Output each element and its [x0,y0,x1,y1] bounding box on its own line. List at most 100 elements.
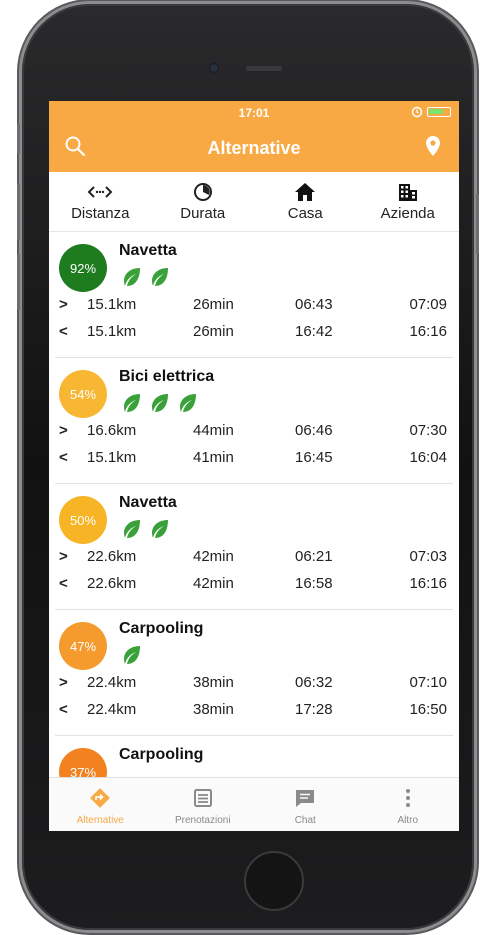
directions-icon [89,786,111,810]
alarm-icon [411,106,423,118]
map-pin-icon[interactable] [421,134,445,158]
trip-departure: 16:42 [295,323,333,340]
filter-label: Distanza [71,205,130,222]
battery-icon [427,107,451,117]
volume-up-button [17,184,20,240]
transport-mode-title: Carpooling [119,746,204,763]
trip-distance: 22.6km [87,575,137,592]
trip-departure: 16:45 [295,449,333,466]
outbound-arrow: > [59,296,68,313]
trip-duration: 42min [193,548,234,565]
filter-distanza[interactable]: Distanza [50,181,150,222]
trip-departure: 06:46 [295,422,333,439]
transport-mode-title: Carpooling [119,620,204,637]
eco-rating [121,518,171,540]
leaf-icon [152,394,168,412]
building-icon [397,181,419,203]
trip-duration: 26min [193,296,234,313]
trip-duration: 38min [193,701,234,718]
trip-duration: 44min [193,422,234,439]
trip-distance: 15.1km [87,296,137,313]
outbound-trip-row: > 15.1km 26min 06:43 07:09 [55,294,453,316]
outbound-arrow: > [59,422,68,439]
outbound-arrow: > [59,548,68,565]
return-arrow: < [59,701,68,718]
trip-duration: 38min [193,674,234,691]
trip-departure: 06:32 [295,674,333,691]
return-trip-row: < 15.1km 41min 16:45 16:04 [55,447,453,469]
alternative-card[interactable]: 54% Bici elettrica > 16.6km 44min 06:46 … [55,358,453,484]
page-title: Alternative [207,138,301,158]
tab-label: Chat [294,815,316,826]
trip-arrival: 16:50 [409,701,447,718]
score-badge: 92% [59,244,107,292]
trip-arrival: 07:10 [409,674,447,691]
trip-arrival: 07:09 [409,296,447,313]
filter-casa[interactable]: Casa [255,181,355,222]
trip-departure: 06:43 [295,296,333,313]
trip-arrival: 16:04 [409,449,447,466]
outbound-trip-row: > 22.6km 42min 06:21 07:03 [55,546,453,568]
transport-mode-title: Navetta [119,494,177,511]
filter-azienda[interactable]: Azienda [358,181,458,222]
trip-duration: 26min [193,323,234,340]
trip-distance: 15.1km [87,323,137,340]
tab-altro[interactable]: Altro [357,778,460,831]
score-badge: 54% [59,370,107,418]
alternative-card[interactable]: 50% Navetta > 22.6km 42min 06:21 07:03 <… [55,484,453,610]
alternative-card[interactable]: 37% Carpooling [55,736,453,777]
status-time: 17:01 [238,106,270,120]
trip-distance: 22.6km [87,548,137,565]
transport-mode-title: Bici elettrica [119,368,215,385]
outbound-trip-row: > 16.6km 44min 06:46 07:30 [55,420,453,442]
leaf-icon [124,268,140,286]
app-screen: 17:01 Alternative Distanza Durata Casa A… [49,101,459,831]
return-trip-row: < 15.1km 26min 16:42 16:16 [55,321,453,343]
filter-label: Durata [180,205,226,222]
leaf-icon [152,268,168,286]
status-icons [411,106,451,118]
app-header: 17:01 Alternative [49,101,459,172]
trip-duration: 42min [193,575,234,592]
front-camera [209,63,219,73]
transport-mode-title: Navetta [119,242,177,259]
bottom-tab-bar: Alternative Prenotazioni Chat Altro [49,777,459,831]
tab-alternative[interactable]: Alternative [49,778,152,831]
tab-label: Alternative [76,815,124,826]
return-trip-row: < 22.6km 42min 16:58 16:16 [55,573,453,595]
alternatives-list[interactable]: 92% Navetta > 15.1km 26min 06:43 07:09 <… [49,232,459,777]
alternative-card[interactable]: 47% Carpooling > 22.4km 38min 06:32 07:1… [55,610,453,736]
clock-icon [193,181,213,203]
tab-chat[interactable]: Chat [254,778,357,831]
more-vertical-icon [405,786,411,810]
return-arrow: < [59,449,68,466]
volume-down-button [17,254,20,310]
score-badge: 47% [59,622,107,670]
earpiece-speaker [246,66,282,71]
chat-icon [294,786,316,810]
trip-departure: 17:28 [295,701,333,718]
leaf-icon [152,520,168,538]
trip-duration: 41min [193,449,234,466]
trip-departure: 16:58 [295,575,333,592]
trip-arrival: 07:03 [409,548,447,565]
score-badge: 37% [59,748,107,777]
score-badge: 50% [59,496,107,544]
eco-rating [121,644,143,666]
trip-distance: 22.4km [87,674,137,691]
leaf-icon [180,394,196,412]
home-button[interactable] [244,851,304,911]
trip-distance: 22.4km [87,701,137,718]
trip-departure: 06:21 [295,548,333,565]
sort-filter-bar: Distanza Durata Casa Azienda [49,172,459,232]
filter-durata[interactable]: Durata [153,181,253,222]
alternative-card[interactable]: 92% Navetta > 15.1km 26min 06:43 07:09 <… [55,232,453,358]
tab-label: Altro [397,815,419,826]
return-arrow: < [59,575,68,592]
trip-distance: 16.6km [87,422,137,439]
return-trip-row: < 22.4km 38min 17:28 16:50 [55,699,453,721]
eco-rating [121,392,199,414]
eco-rating [121,266,171,288]
tab-prenotazioni[interactable]: Prenotazioni [152,778,255,831]
filter-label: Casa [287,205,323,222]
